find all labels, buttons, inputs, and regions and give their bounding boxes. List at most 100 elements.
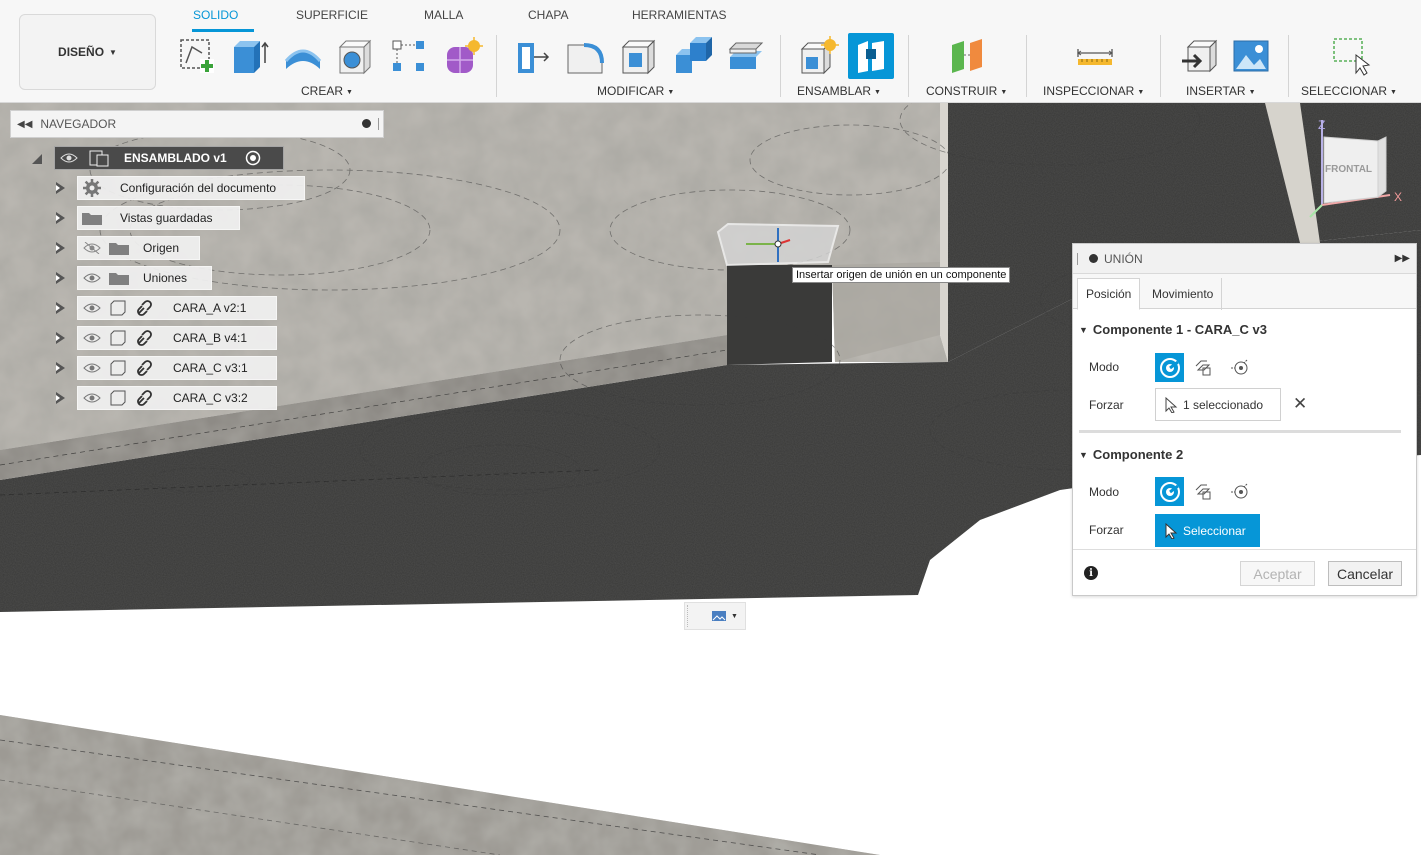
mode-between-button[interactable] [1189,353,1218,382]
browser-panel-header: ◀◀ NAVEGADOR [10,110,384,138]
revolve-button[interactable] [280,33,326,79]
ruler-icon [1077,49,1113,65]
mode-simple-button[interactable] [1155,353,1184,382]
tree-expand-cara-a[interactable] [53,302,65,314]
tree-item-config[interactable]: Configuración del documento [77,176,305,200]
menu-seleccionar[interactable]: SELECCIONAR ▼ [1301,84,1397,98]
eye-hidden-icon[interactable] [83,241,101,255]
new-component-button[interactable] [796,33,842,79]
tab-herramientas[interactable]: HERRAMIENTAS [632,8,726,22]
display-settings-button[interactable]: ▼ [684,602,746,630]
workspace-switcher[interactable]: DISEÑO ▼ [19,14,156,90]
tab-malla[interactable]: MALLA [424,8,463,22]
eye-icon[interactable] [83,362,101,374]
split-body-button[interactable] [722,33,768,79]
menu-inspeccionar[interactable]: INSPECCIONAR ▼ [1043,84,1144,98]
combine-button[interactable] [670,33,716,79]
link-icon [135,359,155,377]
mode-between-button[interactable] [1189,477,1218,506]
tree-expand-uniones[interactable] [53,272,65,284]
mode-two-edges-button[interactable] [1225,353,1254,382]
tree-expand-vistas[interactable] [53,212,65,224]
tree-item-label: CARA_B v4:1 [173,331,248,345]
tree-expand-cara-c1[interactable] [53,362,65,374]
fillet-button[interactable] [562,33,608,79]
hole-button[interactable] [332,33,378,79]
sketch-icon [180,39,214,73]
drag-handle[interactable] [1077,253,1078,265]
eye-icon[interactable] [83,272,101,284]
tree-item-cara-b[interactable]: CARA_B v4:1 [77,326,277,350]
tab-movimiento[interactable]: Movimiento [1144,278,1223,310]
tab-superficie[interactable]: SUPERFICIE [296,8,368,22]
extrude-icon [234,41,269,73]
eye-icon[interactable] [83,392,101,404]
create-sketch-button[interactable] [174,33,220,79]
tree-expand-cara-c2[interactable] [53,392,65,404]
pin-icon[interactable] [362,119,371,128]
snap-selection-field[interactable]: 1 seleccionado [1155,388,1281,421]
tab-chapa[interactable]: CHAPA [528,8,568,22]
tree-expand-origen[interactable] [53,242,65,254]
tree-item-uniones[interactable]: Uniones [77,266,212,290]
chevron-down-icon: ▼ [1248,89,1256,96]
press-pull-button[interactable] [508,33,554,79]
tab-solido[interactable]: SOLIDO [193,8,238,22]
pin-icon[interactable] [1089,254,1098,263]
joint-button[interactable] [848,33,894,79]
eye-icon[interactable] [60,152,78,164]
chevron-down-icon: ▼ [874,89,881,96]
viewcube[interactable]: FRONTAL Z X [1302,115,1412,225]
menu-insertar[interactable]: INSERTAR ▼ [1186,84,1256,98]
tree-item-cara-a[interactable]: CARA_A v2:1 [77,296,277,320]
section-component-1[interactable]: ▼ Componente 1 - CARA_C v3 [1079,322,1267,337]
resize-handle[interactable] [378,118,379,130]
tree-item-origen[interactable]: Origen [77,236,200,260]
select-button[interactable] [1328,33,1374,79]
tree-expand-cara-b[interactable] [53,332,65,344]
extrude-button[interactable] [226,33,272,79]
ok-button[interactable]: Aceptar [1240,561,1315,586]
pattern-button[interactable] [386,33,432,79]
menu-seleccionar-label: SELECCIONAR [1301,84,1388,98]
tree-root-ensamblado[interactable]: ENSAMBLADO v1 [54,146,284,170]
tree-item-cara-c2[interactable]: CARA_C v3:2 [77,386,277,410]
tree-item-cara-c1[interactable]: CARA_C v3:1 [77,356,277,380]
info-icon[interactable]: i [1084,566,1098,580]
mode-two-edges-button[interactable] [1225,477,1254,506]
canvas-image-button[interactable] [1228,33,1274,79]
tree-item-vistas[interactable]: Vistas guardadas [77,206,240,230]
menu-ensamblar[interactable]: ENSAMBLAR ▼ [797,84,881,98]
viewcube-face-label[interactable]: FRONTAL [1325,164,1372,175]
measure-button[interactable] [1072,33,1118,79]
eye-icon[interactable] [83,302,101,314]
workspace-label: DISEÑO [58,45,105,59]
fusion-app: FRONTAL Z X Insertar origen de unión en … [0,0,1421,855]
joint-origin-glyph[interactable] [716,222,840,267]
press-pull-icon [518,43,550,73]
collapse-icon[interactable]: ◀◀ [17,119,32,130]
cancel-button[interactable]: Cancelar [1328,561,1402,586]
component-icon [109,389,127,407]
create-form-button[interactable] [440,33,486,79]
component-icon [109,299,127,317]
menu-construir[interactable]: CONSTRUIR ▼ [926,84,1007,98]
collapse-triangle-icon: ▼ [1079,449,1088,460]
tree-expand-config[interactable] [53,182,65,194]
tree-expand-root[interactable] [32,152,44,164]
menu-modificar[interactable]: MODIFICAR ▼ [597,84,674,98]
snap-select-button[interactable]: Seleccionar [1155,514,1260,547]
eye-icon[interactable] [83,332,101,344]
active-tab-indicator [192,29,254,32]
insert-derive-button[interactable] [1176,33,1222,79]
menu-crear[interactable]: CREAR ▼ [301,84,353,98]
section-component-2[interactable]: ▼ Componente 2 [1079,447,1183,462]
expand-icon[interactable]: ▶▶ [1395,253,1410,264]
shell-button[interactable] [616,33,662,79]
activate-radio-icon[interactable] [245,150,261,166]
offset-plane-button[interactable] [944,33,990,79]
tab-posicion[interactable]: Posición [1077,278,1141,310]
mode-simple-button[interactable] [1155,477,1184,506]
clear-selection-icon[interactable]: ✕ [1293,394,1307,414]
dialog-title: UNIÓN [1104,251,1143,266]
